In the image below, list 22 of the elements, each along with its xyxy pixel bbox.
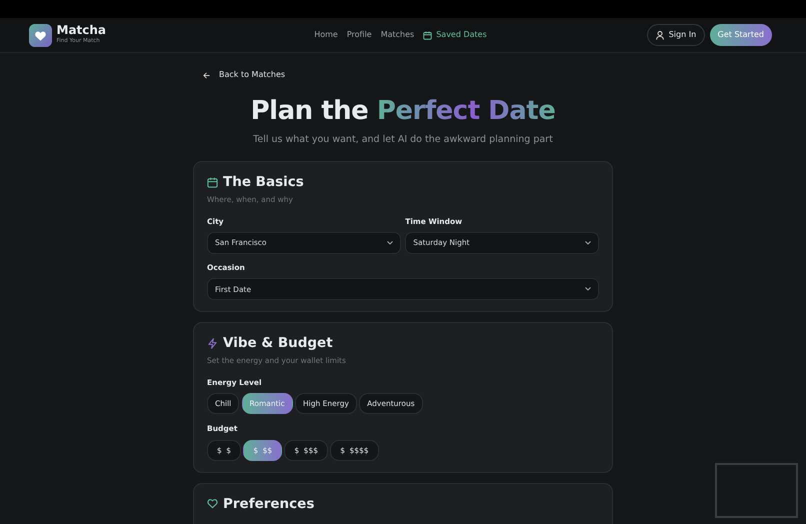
chevron-down-icon <box>386 241 393 245</box>
chevron-down-icon <box>585 241 591 245</box>
heart-logo-icon <box>29 24 52 46</box>
section-title: Vibe & Budget <box>223 334 333 354</box>
get-started-button[interactable]: Get Started <box>710 24 772 46</box>
lightning-icon <box>207 338 218 349</box>
heart-icon <box>207 498 218 510</box>
person-icon <box>656 30 664 40</box>
back-link[interactable]: Back to Matches <box>203 69 286 81</box>
section-title: The Basics <box>223 173 304 192</box>
page-subtitle: Tell us what you want, and let AI do the awkward planning part <box>252 133 554 147</box>
brand-name: Matcha <box>56 24 106 38</box>
section-title: Preferences <box>223 494 314 514</box>
nav-link[interactable]: Home <box>314 29 338 41</box>
sign-in-button[interactable]: Sign In <box>646 24 706 46</box>
arrow-left-icon <box>203 72 210 78</box>
nav-link[interactable]: Saved Dates <box>423 29 487 41</box>
nav-link[interactable]: Profile <box>346 29 372 41</box>
nav-link[interactable]: Matches <box>380 29 414 41</box>
chevron-down-icon <box>585 287 591 292</box>
calendar-icon <box>207 176 218 188</box>
calendar-icon <box>423 30 432 40</box>
